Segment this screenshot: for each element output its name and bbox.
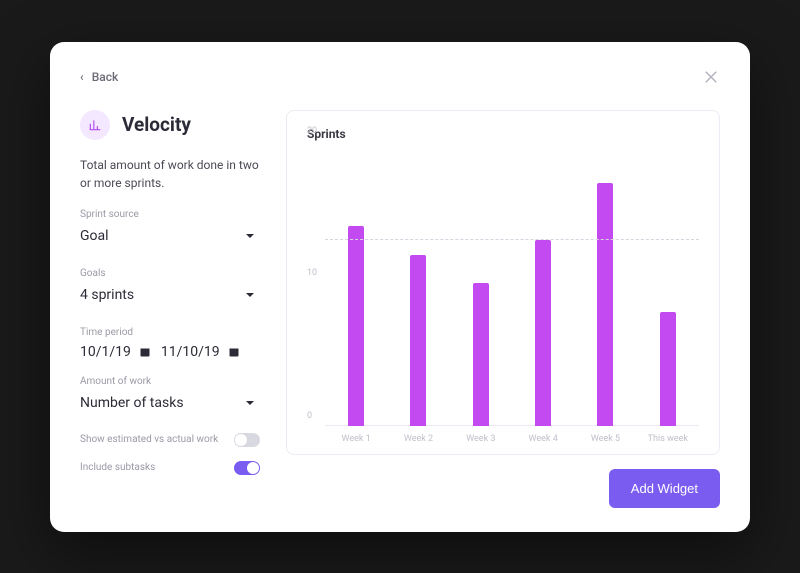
back-button[interactable]: ‹ Back (80, 70, 118, 84)
chart-x-label: Week 3 (450, 426, 512, 444)
chart-x-axis: Week 1Week 2Week 3Week 4Week 5This week (325, 426, 699, 444)
chart-x-label: Week 4 (512, 426, 574, 444)
chart-bar-column (512, 141, 574, 426)
field-time-period: Time period 10/1/19 11/10/19 (80, 327, 260, 360)
field-label: Goals (80, 268, 260, 279)
calendar-icon (228, 346, 240, 358)
field-label: Sprint source (80, 209, 260, 220)
chart-bar-column (450, 141, 512, 426)
end-date-input[interactable]: 11/10/19 (161, 344, 240, 360)
chart-y-tick: 0 (307, 411, 312, 421)
chart-x-label: Week 2 (387, 426, 449, 444)
widget-description: Total amount of work done in two or more… (80, 156, 260, 193)
chart-y-tick: 10 (307, 268, 317, 278)
select-value: Number of tasks (80, 395, 184, 411)
field-label: Time period (80, 327, 260, 338)
close-icon (702, 68, 720, 86)
widget-config-modal: ‹ Back Velocity Total amount of work don… (50, 42, 750, 532)
toggle-estimated-vs-actual: Show estimated vs actual work (80, 433, 260, 447)
sprint-source-select[interactable]: Goal (80, 226, 260, 252)
chart-bar (660, 312, 676, 426)
chart-bar (473, 283, 489, 426)
chart-bar-column (637, 141, 699, 426)
back-label: Back (92, 70, 119, 84)
chart-bars (325, 141, 699, 426)
preview-panel: Sprints 01020 Week 1Week 2Week 3Week 4We… (286, 110, 720, 508)
chevron-down-icon (246, 293, 254, 297)
chart-bar (597, 183, 613, 425)
field-sprint-source: Sprint source Goal (80, 209, 260, 252)
chart-bar-column (325, 141, 387, 426)
toggle-label: Include subtasks (80, 462, 155, 473)
goals-select[interactable]: 4 sprints (80, 285, 260, 311)
chart-plot-area: 01020 (325, 141, 699, 426)
widget-title-row: Velocity (80, 110, 260, 140)
bar-chart-icon (88, 118, 102, 132)
chart-y-tick: 20 (307, 126, 317, 136)
chevron-left-icon: ‹ (80, 71, 84, 83)
chart-bar (348, 226, 364, 426)
chart-x-label: Week 5 (574, 426, 636, 444)
velocity-icon (80, 110, 110, 140)
chart-reference-line (325, 239, 699, 240)
date-value: 10/1/19 (80, 344, 131, 360)
field-goals: Goals 4 sprints (80, 268, 260, 311)
chevron-down-icon (246, 234, 254, 238)
chart-x-label: This week (637, 426, 699, 444)
chart-x-label: Week 1 (325, 426, 387, 444)
field-amount-of-work: Amount of work Number of tasks (80, 376, 260, 419)
start-date-input[interactable]: 10/1/19 (80, 344, 151, 360)
chart-bar (410, 255, 426, 426)
select-value: Goal (80, 228, 109, 244)
date-value: 11/10/19 (161, 344, 220, 360)
close-button[interactable] (702, 68, 720, 86)
amount-of-work-select[interactable]: Number of tasks (80, 393, 260, 419)
calendar-icon (139, 346, 151, 358)
field-label: Amount of work (80, 376, 260, 387)
add-widget-button[interactable]: Add Widget (609, 469, 720, 508)
chart-title: Sprints (307, 127, 699, 141)
widget-title: Velocity (122, 113, 191, 136)
modal-header: ‹ Back (80, 68, 720, 86)
config-panel: Velocity Total amount of work done in tw… (80, 110, 260, 508)
chart-bar-column (387, 141, 449, 426)
toggle-label: Show estimated vs actual work (80, 434, 218, 445)
toggle-include-subtasks: Include subtasks (80, 461, 260, 475)
chart-card: Sprints 01020 Week 1Week 2Week 3Week 4We… (286, 110, 720, 455)
chart-bar-column (574, 141, 636, 426)
estimated-vs-actual-switch[interactable] (234, 433, 260, 447)
chevron-down-icon (246, 401, 254, 405)
chart-bar (535, 240, 551, 425)
select-value: 4 sprints (80, 287, 134, 303)
include-subtasks-switch[interactable] (234, 461, 260, 475)
modal-footer: Add Widget (286, 469, 720, 508)
